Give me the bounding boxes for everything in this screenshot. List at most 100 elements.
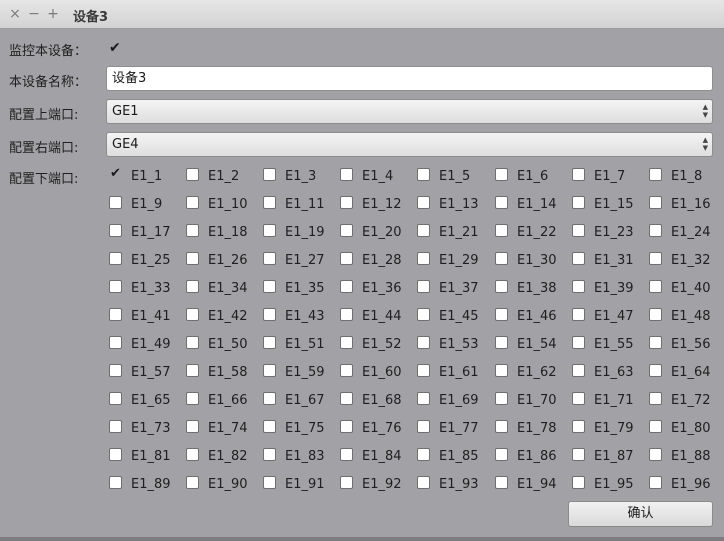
checkbox-box[interactable] bbox=[572, 420, 585, 433]
checkbox-box[interactable] bbox=[572, 196, 585, 209]
checkbox-box[interactable] bbox=[340, 364, 353, 377]
port-checkbox[interactable]: E1_16 bbox=[649, 196, 711, 212]
checkbox-box[interactable] bbox=[649, 196, 662, 209]
port-checkbox[interactable]: E1_27 bbox=[263, 252, 325, 268]
port-checkbox[interactable]: E1_46 bbox=[495, 308, 557, 324]
port-checkbox[interactable]: E1_92 bbox=[340, 476, 402, 492]
port-checkbox[interactable]: E1_34 bbox=[186, 280, 248, 296]
port-checkbox[interactable]: E1_79 bbox=[572, 420, 634, 436]
port-checkbox[interactable]: E1_35 bbox=[263, 280, 325, 296]
checkbox-box[interactable] bbox=[340, 476, 353, 489]
port-checkbox[interactable]: E1_75 bbox=[263, 420, 325, 436]
port-checkbox[interactable]: E1_32 bbox=[649, 252, 711, 268]
checkbox-box[interactable] bbox=[263, 336, 276, 349]
checkbox-box[interactable] bbox=[109, 166, 122, 182]
checkbox-box[interactable] bbox=[340, 252, 353, 265]
port-checkbox[interactable]: E1_15 bbox=[572, 196, 634, 212]
checkbox-box[interactable] bbox=[109, 336, 122, 349]
checkbox-box[interactable] bbox=[186, 392, 199, 405]
port-checkbox[interactable]: E1_87 bbox=[572, 448, 634, 464]
checkbox-box[interactable] bbox=[263, 364, 276, 377]
port-checkbox[interactable]: E1_49 bbox=[109, 336, 171, 352]
checkbox-box[interactable] bbox=[186, 336, 199, 349]
port-checkbox[interactable]: E1_21 bbox=[417, 224, 479, 240]
port-checkbox[interactable]: E1_66 bbox=[186, 392, 248, 408]
checkbox-box[interactable] bbox=[186, 252, 199, 265]
port-checkbox[interactable]: E1_45 bbox=[417, 308, 479, 324]
port-checkbox[interactable]: E1_71 bbox=[572, 392, 634, 408]
checkbox-box[interactable] bbox=[417, 448, 430, 461]
checkbox-box[interactable] bbox=[340, 308, 353, 321]
checkbox-box[interactable] bbox=[495, 308, 508, 321]
minimize-icon[interactable]: − bbox=[26, 6, 42, 22]
port-checkbox[interactable]: E1_55 bbox=[572, 336, 634, 352]
checkbox-box[interactable] bbox=[263, 392, 276, 405]
port-checkbox[interactable]: E1_53 bbox=[417, 336, 479, 352]
port-checkbox[interactable]: E1_25 bbox=[109, 252, 171, 268]
checkbox-box[interactable] bbox=[417, 420, 430, 433]
port-checkbox[interactable]: E1_7 bbox=[572, 168, 625, 184]
checkbox-box[interactable] bbox=[649, 420, 662, 433]
checkbox-box[interactable] bbox=[263, 448, 276, 461]
checkbox-box[interactable] bbox=[649, 168, 662, 181]
port-checkbox[interactable]: E1_37 bbox=[417, 280, 479, 296]
checkbox-box[interactable] bbox=[417, 336, 430, 349]
checkbox-box[interactable] bbox=[263, 476, 276, 489]
port-checkbox[interactable]: E1_9 bbox=[109, 196, 162, 212]
checkbox-box[interactable] bbox=[649, 336, 662, 349]
checkbox-box[interactable] bbox=[263, 196, 276, 209]
checkbox-box[interactable] bbox=[340, 196, 353, 209]
port-checkbox[interactable]: E1_72 bbox=[649, 392, 711, 408]
checkbox-box[interactable] bbox=[572, 336, 585, 349]
checkbox-box[interactable] bbox=[263, 168, 276, 181]
port-checkbox[interactable]: E1_39 bbox=[572, 280, 634, 296]
monitor-checkbox[interactable]: ✔ bbox=[109, 41, 123, 55]
checkbox-box[interactable] bbox=[263, 420, 276, 433]
checkbox-box[interactable] bbox=[649, 224, 662, 237]
checkbox-box[interactable] bbox=[186, 196, 199, 209]
port-checkbox[interactable]: E1_61 bbox=[417, 364, 479, 380]
port-checkbox[interactable]: E1_43 bbox=[263, 308, 325, 324]
port-checkbox[interactable]: E1_70 bbox=[495, 392, 557, 408]
port-checkbox[interactable]: E1_24 bbox=[649, 224, 711, 240]
checkbox-box[interactable] bbox=[495, 168, 508, 181]
port-checkbox[interactable]: E1_1 bbox=[109, 166, 162, 184]
port-checkbox[interactable]: E1_82 bbox=[186, 448, 248, 464]
port-checkbox[interactable]: E1_20 bbox=[340, 224, 402, 240]
close-icon[interactable]: × bbox=[7, 6, 23, 22]
port-checkbox[interactable]: E1_52 bbox=[340, 336, 402, 352]
port-checkbox[interactable]: E1_10 bbox=[186, 196, 248, 212]
port-checkbox[interactable]: E1_33 bbox=[109, 280, 171, 296]
checkbox-box[interactable] bbox=[417, 168, 430, 181]
device-name-input[interactable]: 设备3 bbox=[106, 66, 713, 91]
checkbox-box[interactable] bbox=[572, 364, 585, 377]
port-checkbox[interactable]: E1_44 bbox=[340, 308, 402, 324]
port-checkbox[interactable]: E1_38 bbox=[495, 280, 557, 296]
checkbox-box[interactable] bbox=[417, 224, 430, 237]
port-checkbox[interactable]: E1_41 bbox=[109, 308, 171, 324]
port-checkbox[interactable]: E1_58 bbox=[186, 364, 248, 380]
port-checkbox[interactable]: E1_73 bbox=[109, 420, 171, 436]
checkbox-box[interactable] bbox=[495, 252, 508, 265]
checkbox-box[interactable] bbox=[340, 336, 353, 349]
checkbox-box[interactable] bbox=[649, 448, 662, 461]
port-checkbox[interactable]: E1_17 bbox=[109, 224, 171, 240]
port-checkbox[interactable]: E1_77 bbox=[417, 420, 479, 436]
port-checkbox[interactable]: E1_19 bbox=[263, 224, 325, 240]
checkbox-box[interactable] bbox=[186, 448, 199, 461]
port-checkbox[interactable]: E1_4 bbox=[340, 168, 393, 184]
checkbox-box[interactable] bbox=[186, 224, 199, 237]
checkbox-box[interactable] bbox=[109, 308, 122, 321]
checkbox-box[interactable] bbox=[649, 392, 662, 405]
port-checkbox[interactable]: E1_3 bbox=[263, 168, 316, 184]
right-port-select[interactable]: GE4 ▲ ▼ bbox=[106, 132, 713, 157]
port-checkbox[interactable]: E1_83 bbox=[263, 448, 325, 464]
port-checkbox[interactable]: E1_95 bbox=[572, 476, 634, 492]
checkbox-box[interactable] bbox=[263, 224, 276, 237]
checkbox-box[interactable] bbox=[572, 448, 585, 461]
checkbox-box[interactable] bbox=[109, 224, 122, 237]
port-checkbox[interactable]: E1_88 bbox=[649, 448, 711, 464]
checkbox-box[interactable] bbox=[186, 168, 199, 181]
checkbox-box[interactable] bbox=[417, 476, 430, 489]
port-checkbox[interactable]: E1_12 bbox=[340, 196, 402, 212]
